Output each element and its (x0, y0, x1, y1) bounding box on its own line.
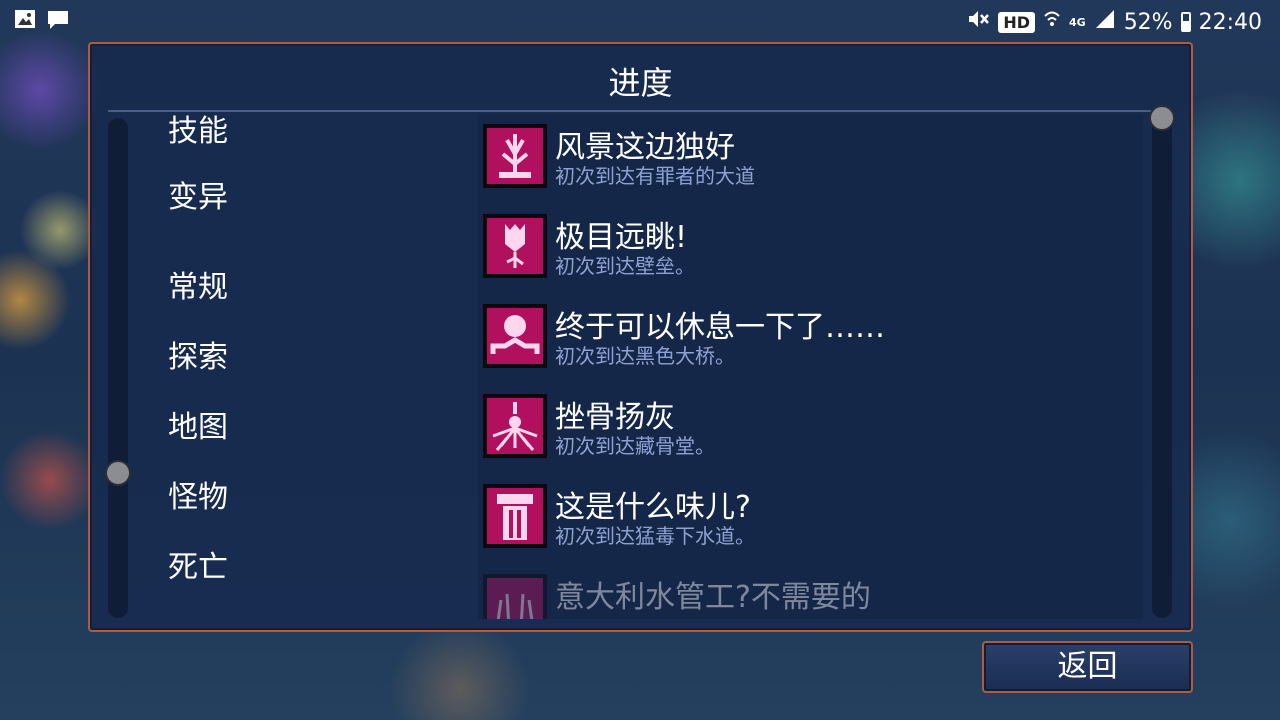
mute-icon (966, 7, 990, 37)
category-death[interactable]: 死亡 (168, 542, 228, 586)
category-exploration[interactable]: 探索 (168, 332, 228, 376)
battery-icon (1180, 12, 1191, 32)
list-item[interactable]: 极目远眺! 初次到达壁垒。 (483, 204, 1133, 284)
category-scroll-thumb[interactable] (105, 460, 131, 486)
achievement-desc: 初次到达黑色大桥。 (555, 344, 735, 368)
list-item[interactable]: 终于可以休息一下了…… 初次到达黑色大桥。 (483, 294, 1133, 374)
achievement-desc: 初次到达壁垒。 (555, 254, 695, 278)
achievement-desc: 初次到达有罪者的大道 (555, 164, 755, 188)
achievement-scroll-thumb[interactable] (1149, 105, 1175, 131)
back-button[interactable]: 返回 (982, 641, 1193, 693)
achievement-scrollbar[interactable] (1152, 118, 1172, 618)
list-item[interactable]: 这是什么味儿? 初次到达猛毒下水道。 (483, 474, 1133, 554)
battery-percent: 52% (1123, 9, 1173, 35)
progress-panel: 进度 技能 变异 常规 探索 地图 怪物 死亡 风景这边独好 初次到达有罪者的大… (88, 42, 1193, 632)
category-general[interactable]: 常规 (168, 262, 228, 306)
achievement-title: 意大利水管工?不需要的 (555, 580, 871, 615)
category-monsters[interactable]: 怪物 (168, 472, 228, 516)
tower-icon (483, 214, 547, 278)
achievement-desc: 初次到达藏骨堂。 (555, 434, 715, 458)
category-map[interactable]: 地图 (168, 402, 228, 446)
tree-icon (483, 124, 547, 188)
panel-title: 进度 (608, 64, 673, 102)
signal-icon (1094, 8, 1116, 36)
title-divider (108, 110, 1151, 112)
list-item[interactable]: 风景这边独好 初次到达有罪者的大道 (483, 114, 1133, 194)
bridge-icon (483, 304, 547, 368)
wifi-icon (1043, 8, 1061, 36)
grass-icon (483, 574, 547, 619)
network-label: 4G (1069, 15, 1086, 29)
gallery-icon (14, 8, 36, 38)
category-scrollbar[interactable] (108, 118, 128, 618)
bone-burst-icon (483, 394, 547, 458)
list-item[interactable]: 意大利水管工?不需要的 (483, 564, 1133, 619)
clock: 22:40 (1198, 9, 1262, 35)
message-icon (46, 8, 70, 38)
category-list: 技能 变异 常规 探索 地图 怪物 死亡 (168, 114, 428, 614)
achievement-list: 风景这边独好 初次到达有罪者的大道 极目远眺! 初次到达壁垒。 终于可以休息一下… (478, 114, 1143, 619)
hd-badge: HD (998, 11, 1035, 33)
pipe-icon (483, 484, 547, 548)
list-item[interactable]: 挫骨扬灰 初次到达藏骨堂。 (483, 384, 1133, 464)
category-skills[interactable]: 技能 (168, 114, 228, 150)
category-mutations[interactable]: 变异 (168, 172, 228, 216)
achievement-desc: 初次到达猛毒下水道。 (555, 524, 755, 548)
status-bar: HD 4G 52% 22:40 (0, 0, 1280, 42)
